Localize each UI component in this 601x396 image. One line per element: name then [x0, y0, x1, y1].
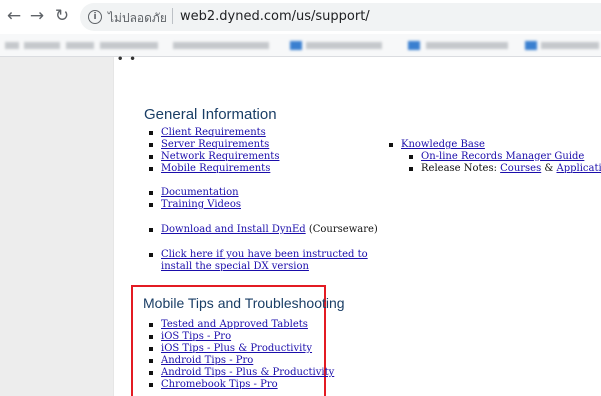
- bookmark-blurred[interactable]: [66, 42, 94, 49]
- android-tips-plus-link[interactable]: Android Tips - Plus & Productivity: [161, 367, 334, 378]
- bookmark-blurred[interactable]: [290, 41, 302, 50]
- documentation-link[interactable]: Documentation: [161, 187, 239, 198]
- dx-link-line2: install the special DX version: [161, 261, 309, 272]
- list-item: Mobile Requirements: [148, 163, 279, 175]
- dx-link-line1: Click here if you have been instructed t…: [161, 249, 368, 260]
- bookmark-blurred[interactable]: [541, 42, 599, 49]
- mobile-tips-heading: Mobile Tips and Troubleshooting: [143, 295, 345, 311]
- list-item: Android Tips - Plus & Productivity: [148, 367, 334, 379]
- ampersand: &: [541, 163, 557, 174]
- android-tips-pro-link[interactable]: Android Tips - Pro: [161, 355, 253, 366]
- knowledge-base-link[interactable]: Knowledge Base: [401, 139, 485, 150]
- client-requirements-link[interactable]: Client Requirements: [161, 127, 266, 138]
- mobile-requirements-link[interactable]: Mobile Requirements: [161, 163, 270, 174]
- list-item: Chromebook Tips - Pro: [148, 379, 334, 391]
- courses-link[interactable]: Courses: [500, 163, 541, 174]
- bookmark-blurred[interactable]: [306, 42, 382, 49]
- knowledge-list: Knowledge Base: [388, 139, 485, 151]
- bookmark-blurred[interactable]: [173, 42, 269, 49]
- general-links-list: Client Requirements Server Requirements …: [148, 127, 279, 183]
- chromebook-tips-link[interactable]: Chromebook Tips - Pro: [161, 379, 278, 390]
- url-text[interactable]: web2.dyned.com/us/support/: [180, 9, 370, 24]
- list-item: Documentation: [148, 187, 241, 199]
- documentation-list: Documentation Training Videos: [148, 187, 241, 211]
- address-divider: [172, 8, 173, 24]
- bookmark-blurred[interactable]: [426, 42, 508, 49]
- training-videos-link[interactable]: Training Videos: [161, 199, 241, 210]
- list-item: Tested and Approved Tablets: [148, 319, 334, 331]
- courseware-note: (Courseware): [305, 224, 378, 235]
- dx-version-link[interactable]: Click here if you have been instructed t…: [161, 249, 368, 272]
- list-item: Client Requirements: [148, 127, 279, 139]
- knowledge-sublist: On-line Records Manager Guide Release No…: [408, 151, 601, 175]
- list-spacer: [148, 175, 279, 183]
- bookmark-blurred[interactable]: [525, 41, 537, 50]
- download-install-link[interactable]: Download and Install DynEd: [161, 224, 306, 235]
- list-item: Training Videos: [148, 199, 241, 211]
- list-item: Release Notes: Courses & Applications: [408, 163, 601, 175]
- server-requirements-link[interactable]: Server Requirements: [161, 139, 269, 150]
- reload-icon[interactable]: ↻: [52, 6, 72, 26]
- back-arrow-icon[interactable]: ←: [4, 6, 24, 26]
- download-list: Download and Install DynEd (Courseware): [148, 224, 378, 236]
- browser-toolbar: ← → ↻ i ไม่ปลอดภัย web2.dyned.com/us/sup…: [0, 0, 601, 34]
- ios-tips-plus-link[interactable]: iOS Tips - Plus & Productivity: [161, 343, 312, 354]
- security-label: ไม่ปลอดภัย: [108, 11, 167, 25]
- records-manager-link[interactable]: On-line Records Manager Guide: [421, 151, 584, 162]
- applications-link[interactable]: Applications: [556, 163, 601, 174]
- network-requirements-link[interactable]: Network Requirements: [161, 151, 279, 162]
- info-icon[interactable]: i: [88, 10, 102, 24]
- bookmark-blurred[interactable]: [408, 41, 420, 50]
- bookmark-blurred[interactable]: [100, 42, 158, 49]
- forward-arrow-icon[interactable]: →: [27, 6, 47, 26]
- list-item: Knowledge Base: [388, 139, 485, 151]
- bookmark-blurred[interactable]: [5, 42, 19, 49]
- release-notes-label: Release Notes:: [421, 163, 501, 174]
- list-item: On-line Records Manager Guide: [408, 151, 601, 163]
- list-item: Android Tips - Pro: [148, 355, 334, 367]
- address-bar[interactable]: i ไม่ปลอดภัย web2.dyned.com/us/support/: [80, 3, 601, 31]
- list-item: Download and Install DynEd (Courseware): [148, 224, 378, 236]
- general-info-heading: General Information: [144, 106, 277, 123]
- bookmarks-bar: [0, 34, 601, 57]
- mobile-tips-list: Tested and Approved Tablets iOS Tips - P…: [148, 319, 334, 391]
- bookmark-blurred[interactable]: [24, 42, 60, 49]
- list-item: Network Requirements: [148, 151, 279, 163]
- list-item: iOS Tips - Pro: [148, 331, 334, 343]
- dx-list: Click here if you have been instructed t…: [148, 249, 368, 273]
- nav-dots: ••: [117, 54, 142, 65]
- list-item: iOS Tips - Plus & Productivity: [148, 343, 334, 355]
- list-item: Click here if you have been instructed t…: [148, 249, 368, 273]
- tested-tablets-link[interactable]: Tested and Approved Tablets: [161, 319, 308, 330]
- ios-tips-pro-link[interactable]: iOS Tips - Pro: [161, 331, 231, 342]
- list-item: Server Requirements: [148, 139, 279, 151]
